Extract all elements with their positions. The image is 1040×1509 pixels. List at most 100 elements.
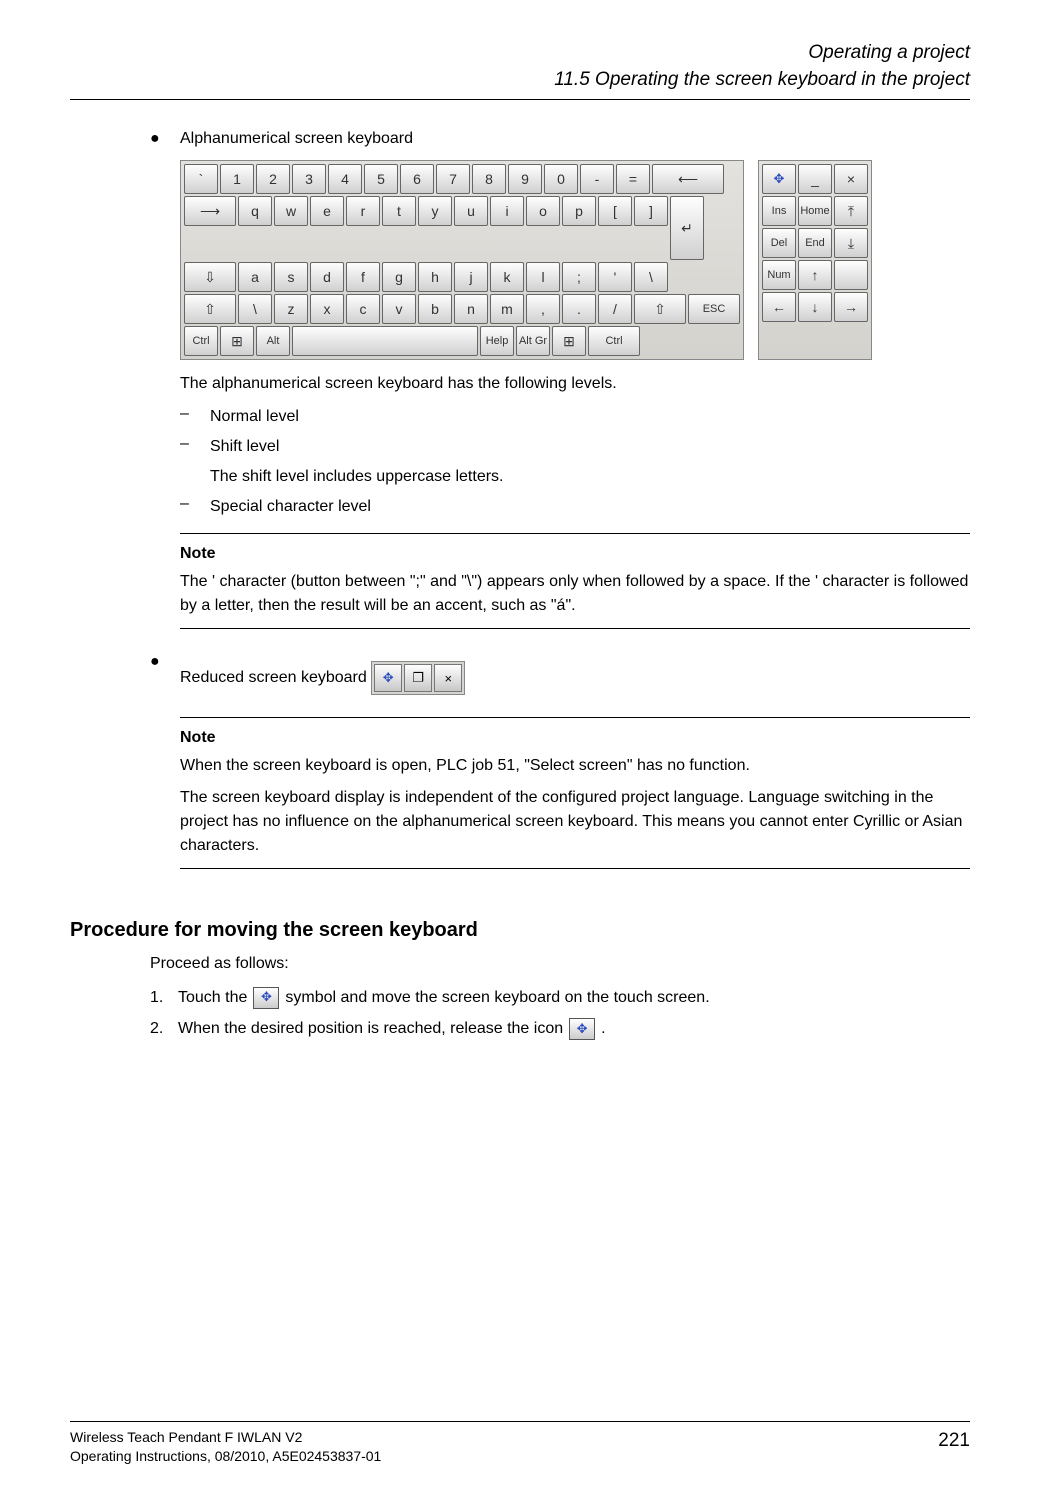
page-number: 221	[938, 1428, 970, 1467]
note-2: Note When the screen keyboard is open, P…	[180, 717, 970, 868]
bullet-reduced: ● Reduced screen keyboard ✥ ❐ × Note Whe…	[150, 653, 970, 882]
bullet-dot-icon: ●	[150, 653, 180, 882]
key-num: Num	[762, 260, 796, 290]
key-i: i	[490, 196, 524, 226]
key-help: Help	[480, 326, 514, 356]
step-2-num: 2.	[150, 1016, 178, 1042]
move-icon: ✥	[383, 670, 394, 686]
note-1-label: Note	[180, 542, 970, 566]
key-end: End	[798, 228, 832, 258]
key-tab: ⟶	[184, 196, 236, 226]
chapter-title: Operating a project	[70, 40, 970, 67]
key-c: c	[346, 294, 380, 324]
bullet-dot-icon: ●	[150, 130, 180, 643]
key-y: y	[418, 196, 452, 226]
dash-shift: – Shift level The shift level includes u…	[180, 435, 970, 489]
key-r: r	[346, 196, 380, 226]
key-e: e	[310, 196, 344, 226]
key-v: v	[382, 294, 416, 324]
key-backspace: ⟵	[652, 164, 724, 194]
page-header: Operating a project 11.5 Operating the s…	[70, 40, 970, 93]
footer-sub: Operating Instructions, 08/2010, A5E0245…	[70, 1447, 381, 1467]
key-bracket-l: [	[598, 196, 632, 226]
key-alt-left: Alt	[256, 326, 290, 356]
reduced-keyboard-graphic: ✥ ❐ ×	[371, 661, 465, 695]
key-arrow-down: ↓	[798, 292, 832, 322]
key-minus: -	[580, 164, 614, 194]
key-h: h	[418, 262, 452, 292]
step-1-text-b: symbol and move the screen keyboard on t…	[285, 985, 709, 1011]
step-1-text-a: Touch the	[178, 985, 247, 1011]
key-g: g	[382, 262, 416, 292]
key-semicolon: ;	[562, 262, 596, 292]
reduced-close-icon: ×	[434, 664, 462, 692]
step-2-text-b: .	[601, 1016, 605, 1042]
keyboard-main-block: ` 1 2 3 4 5 6 7 8 9 0 -	[180, 160, 744, 360]
reduced-move-icon: ✥	[374, 664, 402, 692]
key-comma: ,	[526, 294, 560, 324]
key-p: p	[562, 196, 596, 226]
bullet-reduced-label: Reduced screen keyboard	[180, 669, 367, 686]
key-7: 7	[436, 164, 470, 194]
note-2-label: Note	[180, 726, 970, 750]
key-ctrl-right: Ctrl	[588, 326, 640, 356]
key-l: l	[526, 262, 560, 292]
key-ins: Ins	[762, 196, 796, 226]
key-m: m	[490, 294, 524, 324]
key-t: t	[382, 196, 416, 226]
key-o: o	[526, 196, 560, 226]
dash-icon: –	[180, 405, 210, 429]
move-cursor-icon: ✥	[569, 1018, 595, 1040]
key-x: x	[310, 294, 344, 324]
footer-doc: Wireless Teach Pendant F IWLAN V2	[70, 1428, 381, 1448]
key-win-right: ⊞	[552, 326, 586, 356]
key-b: b	[418, 294, 452, 324]
dash-normal-label: Normal level	[210, 405, 970, 429]
header-rule	[70, 99, 970, 100]
key-backtick: `	[184, 164, 218, 194]
move-icon: ✥	[774, 171, 785, 187]
dash-special: – Special character level	[180, 495, 970, 519]
keyboard-graphic: ` 1 2 3 4 5 6 7 8 9 0 -	[180, 160, 970, 360]
page-footer: Wireless Teach Pendant F IWLAN V2 Operat…	[70, 1421, 970, 1467]
key-del: Del	[762, 228, 796, 258]
note-1: Note The ' character (button between ";"…	[180, 533, 970, 629]
key-k: k	[490, 262, 524, 292]
key-esc: ESC	[688, 294, 740, 324]
key-backslash: \	[634, 262, 668, 292]
procedure-heading: Procedure for moving the screen keyboard	[70, 919, 970, 942]
key-minimize: _	[798, 164, 832, 194]
key-win-left: ⊞	[220, 326, 254, 356]
key-1: 1	[220, 164, 254, 194]
reduced-restore-icon: ❐	[404, 664, 432, 692]
dash-special-label: Special character level	[210, 495, 970, 519]
key-pgup: ⤒	[834, 196, 868, 226]
key-shift-left: ⇧	[184, 294, 236, 324]
key-z: z	[274, 294, 308, 324]
key-shift-right: ⇧	[634, 294, 686, 324]
move-cursor-icon: ✥	[253, 987, 279, 1009]
key-bracket-r: ]	[634, 196, 668, 226]
key-arrow-up: ↑	[798, 260, 832, 290]
note-2-p2: The screen keyboard display is independe…	[180, 786, 970, 858]
levels-intro: The alphanumerical screen keyboard has t…	[180, 372, 970, 395]
dash-shift-label: Shift level	[210, 435, 970, 459]
note-1-text: The ' character (button between ";" and …	[180, 570, 970, 618]
key-slash: /	[598, 294, 632, 324]
key-apostrophe: '	[598, 262, 632, 292]
key-3: 3	[292, 164, 326, 194]
bullet-alpha-label: Alphanumerical screen keyboard	[180, 130, 413, 147]
bullet-alphanumeric: ● Alphanumerical screen keyboard ` 1 2 3	[150, 130, 970, 643]
key-8: 8	[472, 164, 506, 194]
step-2: 2. When the desired position is reached,…	[150, 1016, 970, 1042]
key-equals: =	[616, 164, 650, 194]
dash-shift-desc: The shift level includes uppercase lette…	[210, 465, 970, 489]
key-6: 6	[400, 164, 434, 194]
key-capslock: ⇩	[184, 262, 236, 292]
dash-icon: –	[180, 495, 210, 519]
step-1-num: 1.	[150, 985, 178, 1011]
key-blank	[834, 260, 868, 290]
key-n: n	[454, 294, 488, 324]
key-arrow-right: →	[834, 292, 868, 322]
key-u: u	[454, 196, 488, 226]
